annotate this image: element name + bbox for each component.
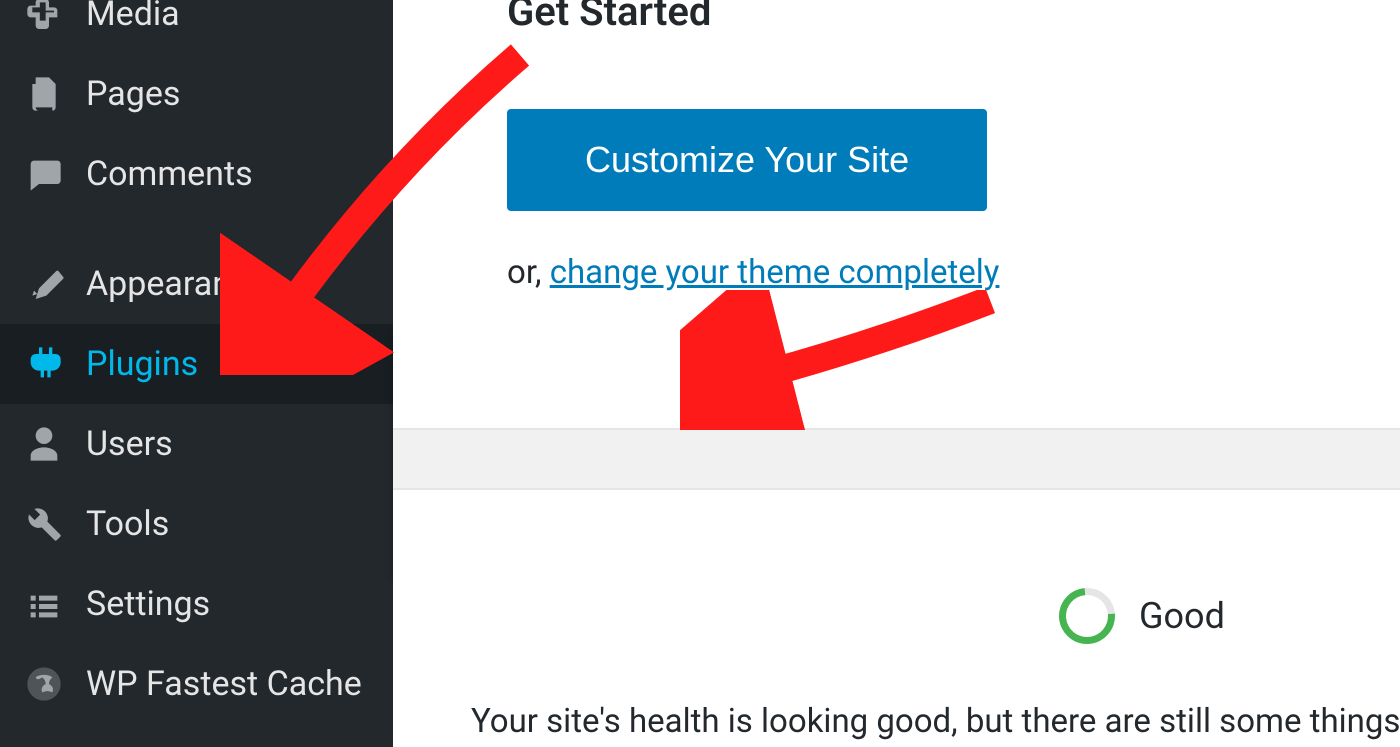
- sidebar-item-pages[interactable]: Pages: [0, 54, 393, 134]
- plugins-icon: [22, 342, 66, 386]
- admin-sidebar: Media Pages Comments Appearance Plugins …: [0, 0, 393, 747]
- dashboard-main: Get Started Customize Your Site or, chan…: [393, 0, 1400, 747]
- comments-icon: [22, 152, 66, 196]
- sidebar-item-label: Users: [86, 424, 173, 464]
- sidebar-item-label: Media: [86, 0, 180, 34]
- site-health-label: Good: [1139, 595, 1225, 637]
- section-divider-band: [393, 428, 1400, 490]
- sidebar-separator: [0, 214, 393, 244]
- sidebar-item-label: Comments: [86, 154, 253, 194]
- get-started-heading: Get Started: [507, 0, 1340, 35]
- sidebar-item-tools[interactable]: Tools: [0, 484, 393, 564]
- sidebar-item-label: Appearance: [86, 264, 267, 304]
- sidebar-item-label: Pages: [86, 74, 180, 114]
- site-health-status: Good: [1059, 588, 1225, 644]
- users-icon: [22, 422, 66, 466]
- sidebar-item-label: Plugins: [86, 344, 198, 384]
- sidebar-item-comments[interactable]: Comments: [0, 134, 393, 214]
- sidebar-item-wpfc[interactable]: WP Fastest Cache: [0, 644, 393, 706]
- sidebar-item-users[interactable]: Users: [0, 404, 393, 484]
- sidebar-item-label: WP Fastest Cache: [86, 664, 362, 704]
- appearance-icon: [22, 262, 66, 306]
- tools-icon: [22, 502, 66, 546]
- sidebar-item-appearance[interactable]: Appearance: [0, 244, 393, 324]
- sidebar-item-plugins[interactable]: Plugins: [0, 324, 393, 404]
- settings-icon: [22, 582, 66, 626]
- customize-site-button[interactable]: Customize Your Site: [507, 109, 987, 211]
- sidebar-item-label: Tools: [86, 504, 169, 544]
- or-change-theme-row: or, change your theme completely: [507, 253, 1340, 292]
- sidebar-item-label: Settings: [86, 584, 210, 624]
- media-icon: [22, 0, 66, 36]
- pages-icon: [22, 72, 66, 116]
- or-prefix: or,: [507, 253, 550, 292]
- sidebar-item-settings[interactable]: Settings: [0, 564, 393, 644]
- health-ring-icon: [1048, 577, 1127, 656]
- sidebar-item-media[interactable]: Media: [0, 0, 393, 54]
- site-health-description: Your site's health is looking good, but …: [471, 702, 1400, 741]
- wpfc-icon: [22, 662, 66, 706]
- change-theme-link[interactable]: change your theme completely: [550, 253, 1000, 292]
